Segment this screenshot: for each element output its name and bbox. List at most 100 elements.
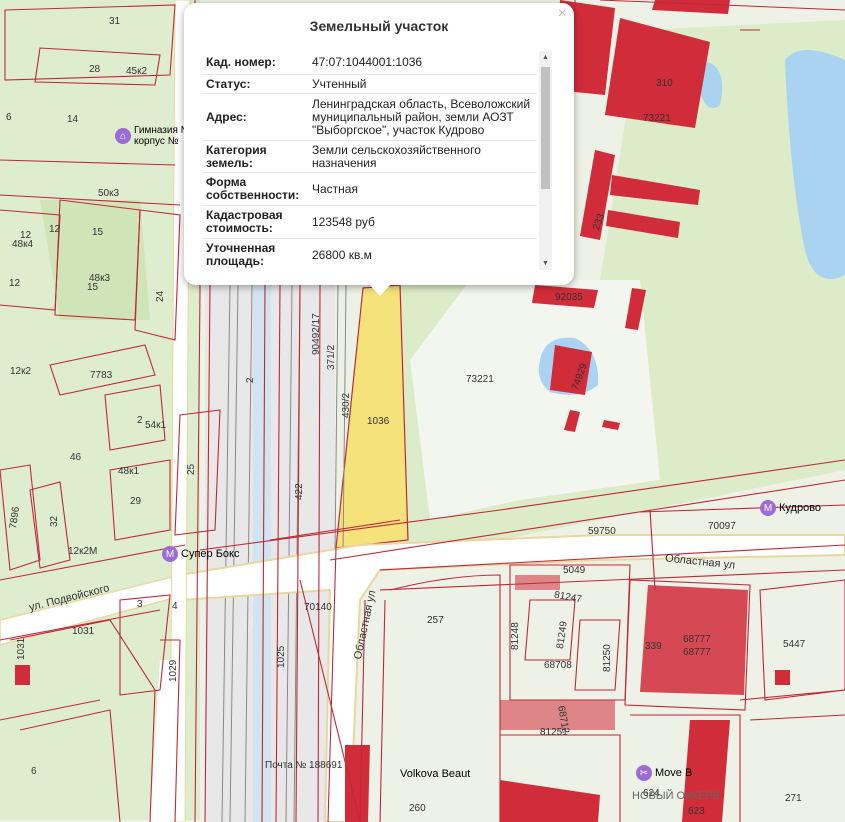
parcel-label: 68777 — [683, 634, 711, 645]
parcel-label: 73221 — [466, 374, 494, 385]
parcel-label: 1036 — [367, 416, 390, 427]
scroll-down-icon[interactable]: ▼ — [539, 257, 552, 270]
metro-icon: M — [760, 500, 776, 516]
parcel-label: 15 — [92, 227, 104, 238]
info-key: Уточненная площадь: — [206, 241, 276, 268]
parcel-label: 12 — [49, 224, 61, 235]
parcel-label: 50к3 — [98, 188, 120, 199]
info-key: Адрес: — [206, 109, 247, 124]
parcel-label: 6 — [6, 112, 12, 123]
popup-scrollbar[interactable]: ▲ ▼ — [539, 51, 552, 270]
open-field — [410, 280, 660, 520]
parcel-label: 70097 — [708, 521, 736, 532]
parcel-label: 1029 — [168, 659, 179, 682]
parcel-info-table: Кад. номер: 47:07:1044001:1036 Статус: У… — [202, 51, 537, 270]
parcel-label: 81250 — [602, 644, 613, 672]
parcel-label: 271 — [785, 793, 802, 804]
parcel-label: 623 — [688, 806, 705, 817]
parcel-label: 260 — [409, 803, 426, 814]
info-row: Кад. номер: 47:07:1044001:1036 — [202, 51, 537, 75]
parcel-label: 31 — [109, 16, 121, 27]
close-icon[interactable]: × — [558, 5, 567, 23]
info-value: 123548 руб — [312, 214, 375, 229]
info-row: Статус: Учтенный — [202, 75, 537, 94]
poi-name: Volkova Beaut — [400, 768, 471, 780]
info-key: Кадастровая стоимость: — [206, 208, 283, 235]
parcel-label: 6 — [31, 766, 37, 777]
parcel-label: 46 — [70, 452, 82, 463]
info-key: Статус: — [206, 76, 251, 91]
poi-super-box[interactable]: M Супер Бокс — [162, 546, 239, 562]
info-value: Земли сельскохозяйственного назначения — [312, 142, 481, 170]
info-key: Форма собственности: — [206, 175, 300, 202]
parcel-label: 48к4 — [12, 239, 34, 250]
popup-title: Земельный участок — [309, 18, 449, 34]
poi-label: Почта № 188691 — [265, 760, 343, 771]
parcel-label: 68708 — [544, 660, 572, 671]
school-icon: ⌂ — [115, 128, 131, 144]
parcel-label: 1031 — [16, 637, 27, 660]
info-value: Частная — [312, 181, 358, 196]
info-key: Категория земель: — [206, 142, 267, 170]
parcel-label: 1025 — [276, 645, 287, 668]
parcel-label: 430/2 — [341, 392, 352, 418]
parcel-label: 25 — [186, 463, 197, 475]
parcel-label: 24 — [155, 290, 166, 302]
info-row: Адрес: Ленинградская область, Всеволожск… — [202, 94, 537, 141]
poi-move-b[interactable]: ✂ Move B — [636, 765, 692, 781]
parcel-label: 29 — [130, 496, 142, 507]
info-row: Форма собственности: Частная — [202, 173, 537, 206]
info-row: Кадастровая стоимость: 123548 руб — [202, 206, 537, 239]
parcel-label: 339 — [645, 641, 662, 652]
parcel-label: 2 — [137, 415, 143, 426]
poi-metro-kudrovo[interactable]: M Кудрово — [760, 500, 821, 516]
scroll-thumb[interactable] — [541, 67, 550, 189]
parcel-label: 5447 — [783, 639, 806, 650]
parcel-label: 32 — [49, 515, 60, 527]
parcel-label: 54к1 — [145, 420, 167, 431]
parcel-label: 4 — [172, 601, 178, 612]
poi-volkova-beauty[interactable]: Volkova Beaut — [400, 768, 470, 780]
parcel-label: 28 — [89, 64, 101, 75]
shop-icon: ✂ — [636, 765, 652, 781]
poi-name: Кудрово — [779, 502, 822, 514]
parcel-label: 73221 — [643, 113, 671, 124]
parcel-label: 3 — [137, 599, 143, 610]
parcel-label: 2 — [245, 377, 256, 383]
parcel-label: 48к1 — [118, 466, 140, 477]
parcel-label: 70140 — [304, 602, 332, 613]
parcel-label: 12к2М — [68, 546, 98, 557]
parcel-label: 68777 — [683, 647, 711, 658]
parcel-label: 59750 — [588, 526, 616, 537]
parcel-info-popup: Земельный участок × Кад. номер: 47:07:10… — [184, 3, 574, 285]
parcel-label: 5049 — [563, 565, 586, 576]
parcel-label: 45к2 — [126, 66, 148, 77]
info-value: 47:07:1044001:1036 — [312, 55, 423, 69]
parcel-label: 371/2 — [326, 344, 337, 370]
info-value: 26800 кв.м — [312, 247, 372, 262]
metro-icon: M — [162, 546, 178, 562]
parcel-label: 257 — [427, 615, 444, 626]
info-value: Учтенный — [312, 76, 367, 91]
parcel-label: 14 — [67, 114, 79, 125]
poi-name: Move B — [655, 767, 693, 779]
district-label: НОВЫЙ ОККЕРВ — [632, 790, 720, 802]
parcel-label: 81251 — [540, 727, 568, 738]
popup-pointer — [369, 284, 391, 296]
parcel-label: 310 — [656, 78, 673, 89]
info-key: Кад. номер: — [206, 55, 276, 69]
info-row: Категория земель: Земли сельскохозяйстве… — [202, 141, 537, 173]
parcel-label: 92035 — [555, 292, 583, 303]
parcel-label: 12к2 — [10, 366, 32, 377]
parcel-label: 12 — [9, 278, 21, 289]
info-row: Уточненная площадь: 26800 кв.м — [202, 239, 537, 270]
poi-name: Супер Бокс — [181, 548, 240, 560]
parcel-label: 81248 — [510, 622, 521, 650]
info-value: Ленинградская область, Всеволожский муни… — [312, 96, 531, 137]
parcel-label: 7783 — [90, 370, 113, 381]
scroll-up-icon[interactable]: ▲ — [539, 51, 552, 64]
parcel-label: 422 — [294, 483, 305, 500]
parcel-label: 90492/17 — [311, 313, 322, 355]
parcel-label: 15 — [87, 282, 99, 293]
parcel-label: 1031 — [72, 626, 95, 637]
